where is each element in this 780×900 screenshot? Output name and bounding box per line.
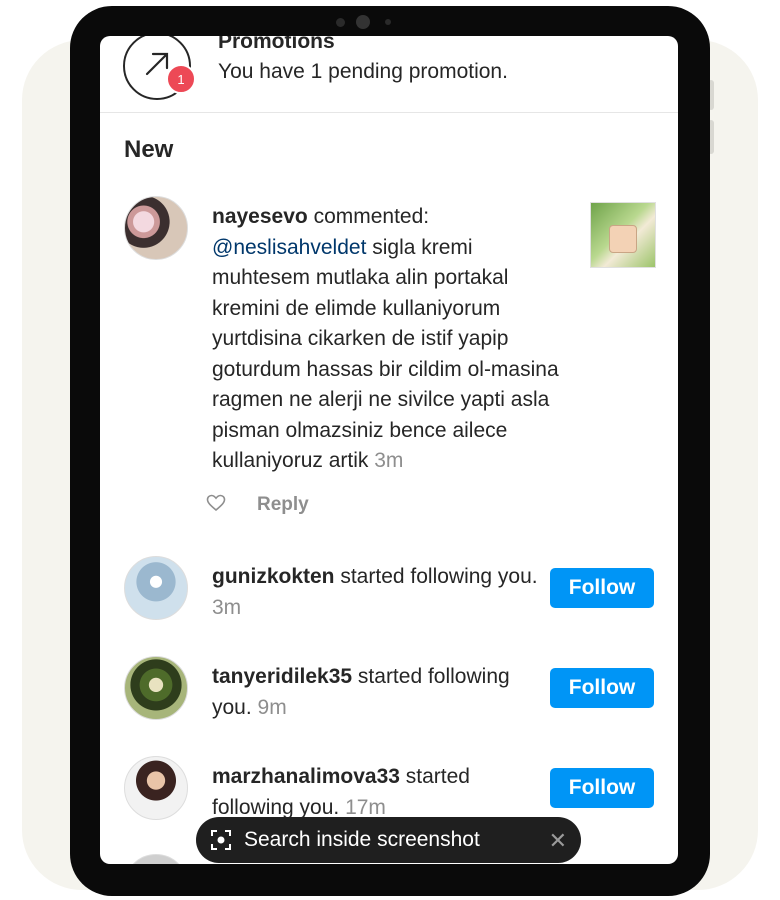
promotions-subtitle[interactable]: You have 1 pending promotion. (218, 60, 508, 84)
lens-label: Search inside screenshot (244, 828, 480, 851)
avatar-nayesevo[interactable] (124, 196, 188, 260)
follow-button[interactable]: Follow (550, 668, 654, 708)
follow-button[interactable]: Follow (550, 768, 654, 808)
follow-time: 9m (257, 695, 287, 719)
search-inside-screenshot-pill[interactable]: Search inside screenshot ✕ (196, 817, 581, 863)
front-camera (356, 15, 370, 29)
front-sensor (385, 19, 391, 25)
post-thumbnail[interactable] (590, 202, 656, 268)
like-heart-icon[interactable] (206, 494, 226, 517)
comment-username[interactable]: nayesevo (212, 205, 308, 228)
avatar-marzhanalimova33[interactable] (124, 756, 188, 820)
follower-username[interactable]: tanyeridilek35 (212, 665, 352, 688)
section-title-new: New (124, 136, 174, 163)
follow-button[interactable]: Follow (550, 568, 654, 608)
divider (100, 112, 678, 113)
comment-mention[interactable]: @neslisahveldet (212, 236, 366, 259)
follow-notification[interactable]: tanyeridilek35 started following you. 9m (212, 662, 542, 723)
front-camera-left (336, 18, 345, 27)
avatar-gunizkokten[interactable] (124, 556, 188, 620)
avatar-tanyeridilek35[interactable] (124, 656, 188, 720)
follow-time: 3m (212, 595, 242, 619)
comment-action: commented: (307, 205, 430, 228)
follower-username[interactable]: gunizkokten (212, 565, 335, 588)
app-screen: 1 Promotions You have 1 pending promotio… (100, 36, 678, 864)
close-icon[interactable]: ✕ (549, 828, 567, 854)
comment-body: sigla kremi muhtesem mutlaka alin portak… (212, 235, 559, 473)
avatar-partial[interactable] (124, 854, 188, 864)
follower-username[interactable]: marzhanalimova33 (212, 765, 400, 788)
reply-button[interactable]: Reply (257, 494, 309, 516)
promotions-badge: 1 (166, 64, 196, 94)
follow-time: 17m (345, 795, 386, 819)
follow-notification[interactable]: marzhanalimova33 started following you. … (212, 762, 542, 823)
promotions-title[interactable]: Promotions (218, 36, 335, 54)
follow-notification[interactable]: gunizkokten started following you. 3m (212, 562, 542, 623)
comment-notification[interactable]: nayesevo commented: @neslisahveldet sigl… (212, 202, 572, 477)
product-jar-image (609, 225, 637, 253)
follow-action: started following you. (334, 565, 538, 588)
comment-time: 3m (374, 449, 404, 472)
lens-icon (211, 830, 231, 850)
